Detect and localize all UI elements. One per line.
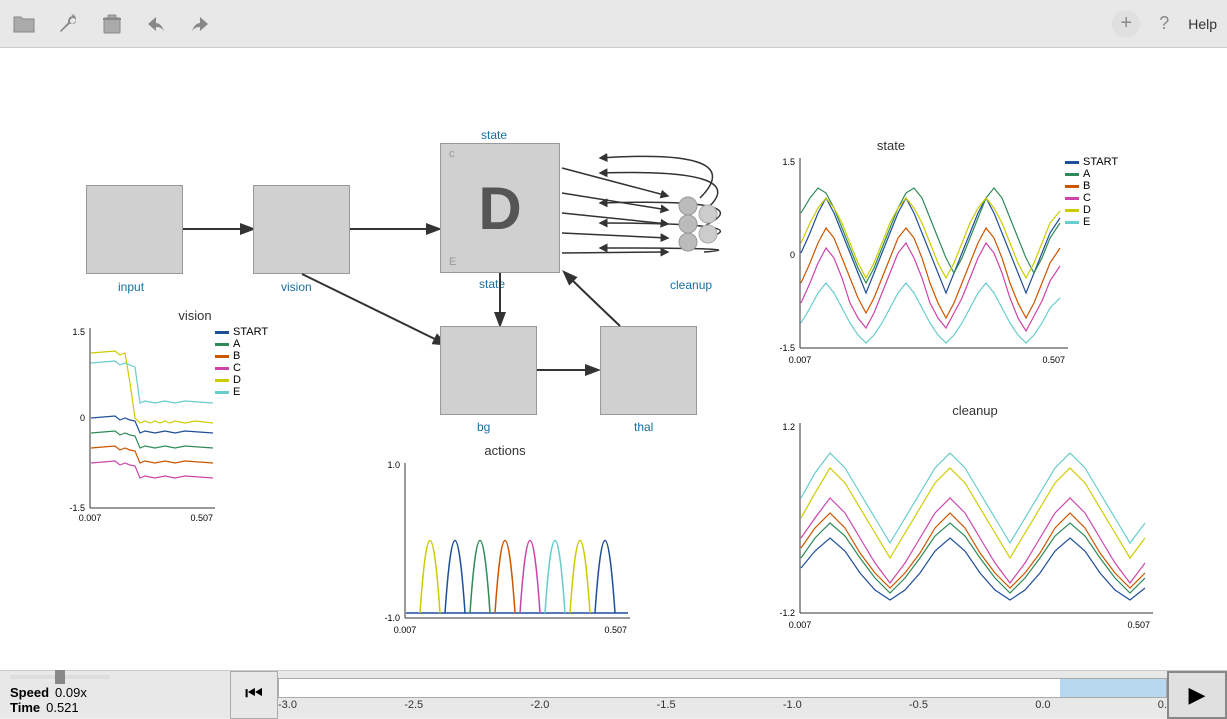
cleanup-chart-title: cleanup	[765, 403, 1185, 418]
play-icon: ▶	[1189, 682, 1206, 708]
svg-text:1.2: 1.2	[782, 422, 795, 432]
vision-legend: START A B C D E	[215, 326, 268, 398]
main-canvas: input vision D c E state state	[0, 48, 1227, 670]
state-chart-svg: 1.5 0 -1.5 0.007 0.507	[770, 153, 1075, 378]
svg-text:0.507: 0.507	[604, 625, 627, 635]
toolbar: + ? Help	[0, 0, 1227, 48]
bg-node[interactable]	[440, 326, 537, 415]
svg-text:-1.5: -1.5	[779, 343, 795, 353]
vision-chart: vision START A B C D E 1.5 0 -1.5 0.007 …	[60, 308, 330, 543]
tl-label-6: -0.5	[909, 699, 928, 711]
svg-text:0.507: 0.507	[1127, 620, 1150, 630]
svg-text:0: 0	[790, 250, 795, 260]
svg-text:1.5: 1.5	[782, 157, 795, 167]
play-button[interactable]: ▶	[1167, 671, 1227, 719]
svg-text:0.507: 0.507	[190, 513, 213, 523]
tl-label-5: -1.0	[783, 699, 802, 711]
svg-text:-1.5: -1.5	[69, 503, 85, 513]
state-top-label: state	[481, 128, 507, 142]
speed-value: 0.09x	[55, 685, 87, 700]
timeline-bar[interactable]	[278, 678, 1167, 698]
svg-text:0.007: 0.007	[79, 513, 102, 523]
tl-label-3: -2.0	[530, 699, 549, 711]
actions-chart: actions 1.0 -1.0 0.007 0.507	[370, 443, 640, 643]
svg-text:0.507: 0.507	[1042, 355, 1065, 365]
tl-label-1: -3.0	[278, 699, 297, 711]
speed-time-panel: Speed 0.09x Time 0.521	[0, 675, 230, 715]
actions-chart-title: actions	[370, 443, 640, 458]
svg-text:1.0: 1.0	[387, 460, 400, 470]
trash-icon[interactable]	[98, 10, 126, 38]
vision-node[interactable]	[253, 185, 350, 274]
cleanup-node	[668, 191, 738, 286]
bottom-bar: Speed 0.09x Time 0.521 ⏮ -3.0 -2.5 -2.0 …	[0, 670, 1227, 718]
folder-icon[interactable]	[10, 10, 38, 38]
cleanup-chart-svg: 1.2 -1.2 0.007 0.507	[770, 418, 1160, 643]
tl-label-2: -2.5	[404, 699, 423, 711]
svg-text:0.007: 0.007	[789, 620, 812, 630]
vision-label: vision	[281, 280, 312, 294]
svg-text:0.007: 0.007	[394, 625, 417, 635]
cleanup-chart: cleanup 1.2 -1.2 0.007 0.507	[765, 403, 1185, 643]
wrench-icon[interactable]	[54, 10, 82, 38]
forward-icon[interactable]	[186, 10, 214, 38]
state-chart: state START A B C D E 1.5 0 -1.5 0.007 0…	[765, 138, 1185, 378]
state-node[interactable]: D c E	[440, 143, 560, 273]
state-chart-title: state	[765, 138, 1017, 153]
help-button[interactable]: Help	[1188, 16, 1217, 32]
skip-to-start-button[interactable]: ⏮	[230, 671, 278, 719]
tl-label-4: -1.5	[657, 699, 676, 711]
tl-label-7: 0.0	[1035, 699, 1050, 711]
timeline-fill	[1060, 679, 1166, 697]
input-node[interactable]	[86, 185, 183, 274]
help-question-icon[interactable]: ?	[1150, 10, 1178, 38]
bg-label: bg	[477, 420, 490, 434]
add-icon[interactable]: +	[1112, 10, 1140, 38]
speed-label: Speed	[10, 685, 49, 700]
timeline-labels: -3.0 -2.5 -2.0 -1.5 -1.0 -0.5 0.0 0.	[278, 698, 1167, 712]
time-label: Time	[10, 700, 40, 715]
cleanup-label: cleanup	[670, 278, 712, 292]
input-label: input	[118, 280, 144, 294]
help-label: Help	[1188, 16, 1217, 32]
arrow-vision-state	[0, 48, 460, 308]
state-bottom-label: state	[479, 277, 505, 291]
back-icon[interactable]	[142, 10, 170, 38]
vision-chart-title: vision	[60, 308, 330, 323]
vision-chart-svg: 1.5 0 -1.5 0.007 0.507	[65, 323, 220, 538]
svg-text:0.007: 0.007	[789, 355, 812, 365]
thal-label: thal	[634, 420, 653, 434]
actions-chart-svg: 1.0 -1.0 0.007 0.507	[375, 458, 635, 643]
tl-label-8: 0.	[1158, 699, 1167, 711]
timeline[interactable]: -3.0 -2.5 -2.0 -1.5 -1.0 -0.5 0.0 0.	[278, 671, 1167, 719]
time-value: 0.521	[46, 700, 79, 715]
thal-node[interactable]	[600, 326, 697, 415]
svg-text:1.5: 1.5	[72, 327, 85, 337]
svg-text:-1.2: -1.2	[779, 608, 795, 618]
svg-text:0: 0	[80, 413, 85, 423]
svg-text:-1.0: -1.0	[384, 613, 400, 623]
